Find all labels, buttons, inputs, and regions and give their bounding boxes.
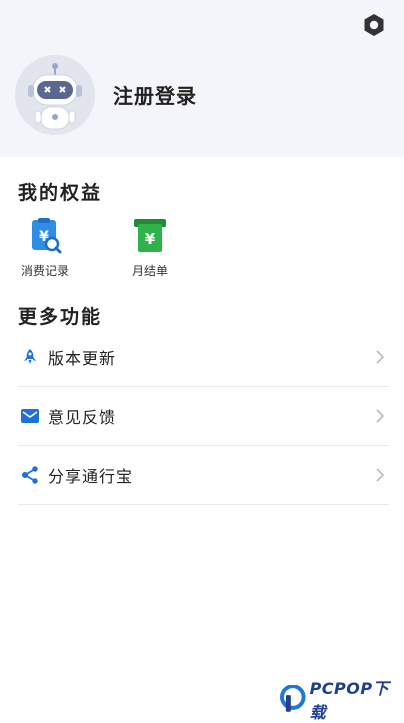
share-icon [20,465,40,485]
pcpop-watermark: PCPOP下载 [280,679,404,722]
chevron-right-icon [373,350,387,364]
perk-monthly-statement[interactable]: ¥ 月结单 [120,216,180,279]
menu-item-label: 版本更新 [48,349,117,368]
rocket-icon [20,347,40,367]
perks-title: 我的权益 [18,182,103,204]
receipt-search-icon: ¥ [25,216,65,256]
perk-consumption-records[interactable]: ¥ 消费记录 [15,216,75,279]
menu-item-share[interactable]: 分享通行宝 [18,446,389,505]
mail-icon [20,406,40,426]
robot-avatar-icon [15,55,95,135]
menu-item-version-update[interactable]: 版本更新 [18,328,389,387]
pcpop-logo-icon [280,685,306,712]
menu-item-label: 意见反馈 [48,408,117,427]
chevron-right-icon [373,409,387,423]
settings-button[interactable] [361,12,387,38]
perk-label: 月结单 [131,264,168,278]
perk-label: 消费记录 [20,264,69,278]
profile-header: 注册登录 [0,0,404,157]
yuan-bill-icon: ¥ [130,216,170,256]
chevron-right-icon [373,468,387,482]
login-register-link[interactable]: 注册登录 [113,80,197,109]
more-functions-title: 更多功能 [18,306,103,328]
svg-text:¥: ¥ [145,230,156,248]
watermark-text: PCPOP下载 [309,679,390,722]
menu-item-label: 分享通行宝 [48,467,134,486]
settings-icon [364,14,384,36]
menu-item-feedback[interactable]: 意见反馈 [18,387,389,446]
avatar[interactable] [15,55,95,135]
